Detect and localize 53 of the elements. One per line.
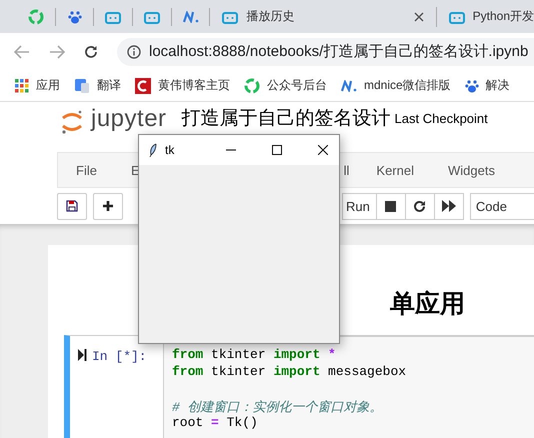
fast-forward-icon (442, 200, 456, 212)
fast-forward-button[interactable] (434, 192, 464, 220)
cell-prompt: In [*]: (92, 349, 147, 364)
n-logo-icon (341, 80, 357, 92)
browser-tab[interactable]: 播放历史 (210, 6, 437, 26)
notebook-title[interactable]: 打造属于自己的签名设计 (182, 105, 391, 133)
code-line: root = Tk() (172, 415, 259, 432)
menu-item[interactable]: Kernel (376, 162, 414, 178)
code-line: from tkinter import messagebox (172, 364, 408, 381)
add-cell-button[interactable] (93, 192, 123, 220)
menu-item[interactable]: ll (344, 162, 350, 178)
reload-icon[interactable] (84, 44, 98, 58)
code-line: from tkinter import * (172, 347, 337, 364)
apps-grid-icon (15, 78, 29, 92)
jupyter-logo-icon (61, 109, 83, 135)
tv-icon (448, 10, 465, 24)
plus-icon (102, 200, 114, 212)
bookmark[interactable]: 黄伟博客主页 (135, 77, 230, 94)
translate-icon (74, 78, 90, 94)
feather-icon (149, 143, 157, 157)
maximize-icon[interactable] (272, 145, 282, 155)
url-text: localhost:8888/notebooks/打造属于自己的签名设计.ipynb (149, 42, 528, 61)
close-icon[interactable] (318, 145, 328, 155)
save-button[interactable] (57, 192, 87, 220)
address-field[interactable]: localhost:8888/notebooks/打造属于自己的签名设计.ipynb (117, 38, 534, 66)
refresh-logo-icon (244, 78, 260, 94)
tv-icon (222, 10, 238, 24)
checkpoint-text: Last Checkpoint (394, 110, 488, 128)
notebook-heading: 单应用 (389, 289, 466, 320)
code-editor[interactable]: from tkinter import * from tkinter import messagebox # 创建窗口：实例化一个窗口对象。 root = Tk() (163, 336, 534, 438)
info-icon[interactable] (127, 44, 141, 58)
bookmark[interactable]: 公众号后台 (244, 77, 327, 94)
restart-icon (413, 200, 426, 212)
menu-item[interactable]: Widgets (448, 162, 495, 178)
bookmark[interactable]: mdnice微信排版 (341, 77, 451, 94)
jupyter-wordmark[interactable]: jupyter (91, 105, 167, 133)
stop-button[interactable] (376, 192, 406, 220)
browser-tab[interactable]: Python开发 (436, 6, 534, 26)
window-title: tk (165, 143, 174, 157)
code-cell[interactable]: In [*]: from tkinter import * from tkinter import messagebox # 创建窗口：实例化一个窗口对象。 root = Tk() (64, 335, 534, 438)
paw-icon (464, 78, 479, 92)
bookmark[interactable]: 翻译 (74, 77, 121, 94)
code-line: # 创建窗口：实例化一个窗口对象。 (172, 399, 384, 415)
run-button[interactable]: Run (342, 192, 377, 220)
bookmark[interactable]: 解决 (464, 77, 510, 94)
bookmark[interactable]: 应用 (15, 77, 60, 94)
menu-item[interactable]: File (76, 162, 97, 178)
stop-icon (385, 200, 396, 212)
tk-window[interactable]: tk (138, 134, 340, 344)
restart-button[interactable] (404, 192, 435, 220)
running-cell-icon (78, 349, 87, 361)
c-logo-icon (135, 78, 151, 94)
cell-type-select[interactable]: Code (470, 192, 534, 220)
